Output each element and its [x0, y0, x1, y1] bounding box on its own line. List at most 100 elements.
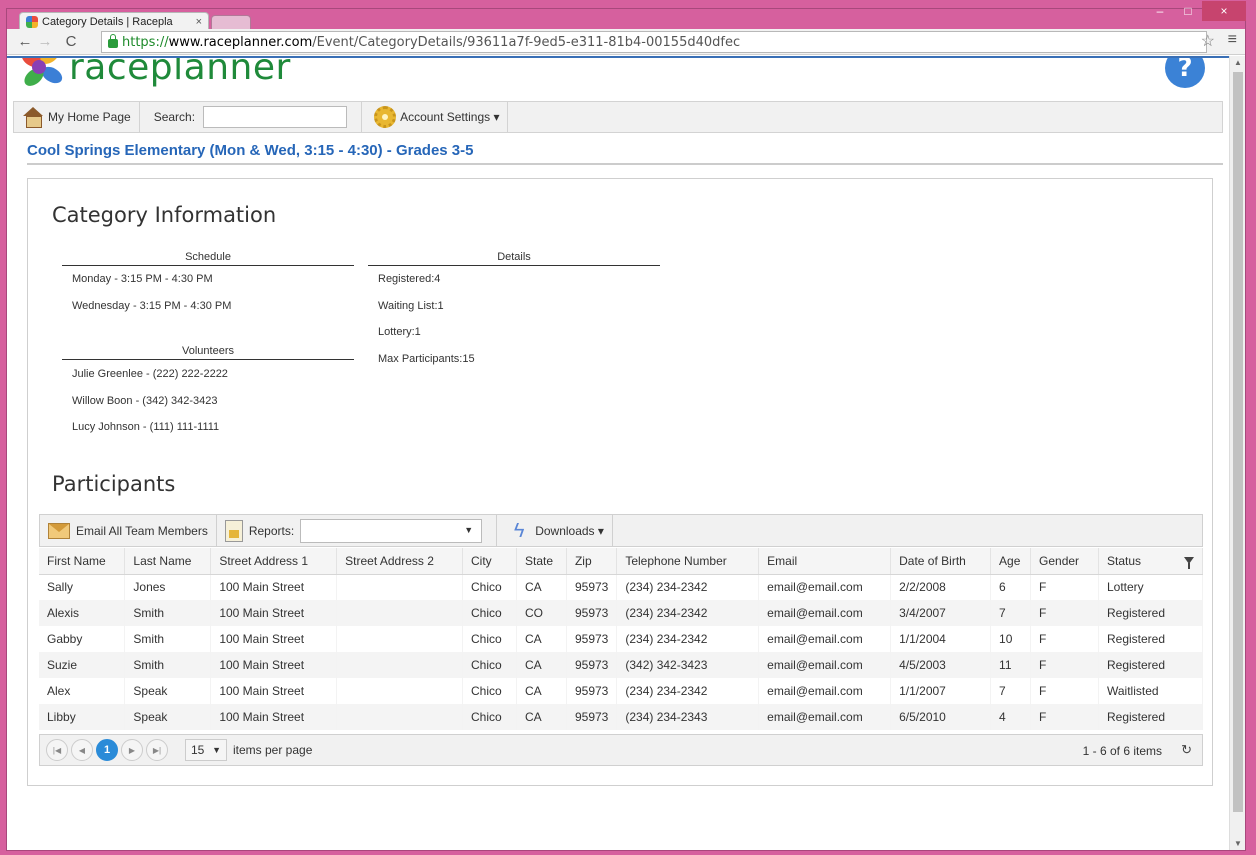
filter-icon[interactable]: [1184, 556, 1194, 569]
table-cell: 1/1/2004: [890, 626, 992, 652]
table-cell: 95973: [566, 678, 618, 704]
items-per-page-label: items per page: [233, 743, 313, 757]
table-row[interactable]: Gabby Smith 100 Main Street Chico CA 95973 (23…: [39, 626, 1204, 652]
home-page-button[interactable]: My Home Page: [14, 102, 140, 132]
table-cell: F: [1030, 626, 1099, 652]
table-cell: email@email.com: [758, 574, 892, 600]
account-settings-label: Account Settings ▾: [400, 110, 500, 124]
column-header-label: Street Address 1: [219, 553, 309, 568]
table-cell: Chico: [462, 574, 517, 600]
table-cell: 95973: [566, 704, 618, 730]
browser-window: Category Details | Racepla × – □ × ← → C…: [6, 1, 1246, 851]
refresh-icon[interactable]: ↻: [1181, 742, 1192, 758]
tab-strip: Category Details | Racepla × – □ ×: [7, 1, 1246, 30]
column-header[interactable]: Street Address 2: [336, 548, 463, 575]
table-row[interactable]: Alexis Smith 100 Main Street Chico CO 95973 (2…: [39, 600, 1204, 626]
table-cell: F: [1030, 574, 1099, 600]
table-cell: 4: [990, 704, 1032, 730]
table-cell: [336, 652, 463, 678]
column-header[interactable]: Telephone Number: [616, 548, 760, 575]
table-cell: 10: [990, 626, 1032, 652]
column-header[interactable]: Last Name: [124, 548, 212, 575]
scroll-up-icon[interactable]: ▲: [1234, 58, 1242, 67]
column-header[interactable]: State: [516, 548, 567, 575]
chevron-down-icon: ▼: [212, 745, 221, 755]
column-header[interactable]: Zip: [566, 548, 618, 575]
prev-page-icon[interactable]: ◀: [71, 739, 93, 761]
tab-close-icon[interactable]: ×: [196, 16, 202, 28]
column-header-label: Status: [1106, 553, 1142, 568]
address-bar[interactable]: https://www.raceplanner.com/Event/Catego…: [101, 31, 1207, 53]
details-item: Lottery:1: [378, 326, 421, 338]
table-cell: email@email.com: [758, 704, 892, 730]
table-cell: [336, 600, 463, 626]
table-cell: Sally: [39, 574, 126, 600]
participants-heading: Participants: [52, 472, 176, 496]
participants-toolbar: Email All Team Members Reports: ϟ Downlo…: [39, 514, 1203, 547]
table-cell: 7: [990, 678, 1032, 704]
category-panel: Category Information Schedule Monday - 3…: [27, 178, 1213, 786]
page-number-button[interactable]: 1: [96, 739, 118, 761]
table-cell: (234) 234-2342: [616, 678, 760, 704]
reports-select[interactable]: [300, 518, 483, 543]
email-all-label: Email All Team Members: [76, 523, 208, 538]
first-page-icon[interactable]: |◀: [46, 739, 68, 761]
column-header-label: Last Name: [133, 553, 192, 568]
email-all-button[interactable]: Email All Team Members: [40, 515, 217, 546]
table-cell: Chico: [462, 652, 517, 678]
column-header[interactable]: Status: [1098, 548, 1204, 575]
volunteer-item: Willow Boon - (342) 342-3423: [72, 395, 218, 407]
window-controls: – □ ×: [1146, 1, 1246, 21]
back-icon[interactable]: ←: [15, 33, 35, 50]
page-scrollbar[interactable]: ▲ ▼: [1229, 56, 1245, 850]
table-cell: Chico: [462, 626, 517, 652]
browser-menu-icon[interactable]: ≡: [1228, 31, 1237, 49]
envelope-icon: [48, 522, 70, 539]
table-cell: Smith: [124, 652, 212, 678]
table-row[interactable]: Sally Jones 100 Main Street Chico CA 95973 (23…: [39, 574, 1204, 600]
column-header[interactable]: City: [462, 548, 517, 575]
table-cell: 4/5/2003: [890, 652, 992, 678]
search-input[interactable]: [203, 106, 348, 128]
maximize-button[interactable]: □: [1174, 1, 1202, 21]
table-row[interactable]: Suzie Smith 100 Main Street Chico CA 95973 (34…: [39, 652, 1204, 678]
column-header[interactable]: Date of Birth: [890, 548, 992, 575]
table-cell: Speak: [124, 704, 212, 730]
column-header[interactable]: Age: [990, 548, 1032, 575]
close-window-button[interactable]: ×: [1202, 1, 1246, 21]
new-tab-button[interactable]: [211, 15, 251, 30]
scroll-down-icon[interactable]: ▼: [1234, 839, 1242, 848]
last-page-icon[interactable]: ▶|: [146, 739, 168, 761]
volunteers-heading: Volunteers: [62, 345, 354, 360]
reload-icon[interactable]: C: [61, 33, 81, 50]
scroll-thumb[interactable]: [1233, 72, 1243, 812]
logo[interactable]: raceplanner: [18, 56, 291, 90]
column-header[interactable]: First Name: [39, 548, 126, 575]
lock-icon: [108, 34, 118, 48]
category-info-heading: Category Information: [52, 203, 277, 227]
table-cell: 6: [990, 574, 1032, 600]
table-row[interactable]: Alex Speak 100 Main Street Chico CA 95973 (234…: [39, 678, 1204, 704]
table-row[interactable]: Libby Speak 100 Main Street Chico CA 95973 (23…: [39, 704, 1204, 730]
column-header[interactable]: Street Address 1: [210, 548, 338, 575]
downloads-button[interactable]: ϟ Downloads ▾: [497, 515, 613, 546]
column-header[interactable]: Gender: [1030, 548, 1099, 575]
browser-tab[interactable]: Category Details | Racepla ×: [19, 12, 209, 30]
table-cell: email@email.com: [758, 626, 892, 652]
help-icon[interactable]: ?: [1165, 58, 1205, 88]
forward-icon[interactable]: →: [35, 33, 55, 50]
brand-name: raceplanner: [69, 56, 291, 88]
table-cell: F: [1030, 652, 1099, 678]
search-area: Search:: [140, 102, 363, 132]
column-header[interactable]: Email: [758, 548, 892, 575]
search-label: Search:: [153, 110, 196, 124]
next-page-icon[interactable]: ▶: [121, 739, 143, 761]
account-settings-button[interactable]: Account Settings ▾: [362, 102, 509, 132]
table-cell: Suzie: [39, 652, 126, 678]
bookmark-star-icon[interactable]: ☆: [1201, 31, 1215, 51]
details-item: Waiting List:1: [378, 300, 444, 312]
minimize-button[interactable]: –: [1146, 1, 1174, 21]
table-cell: CA: [516, 704, 567, 730]
table-cell: Lottery: [1098, 574, 1204, 600]
page-size-select[interactable]: 15 ▼: [185, 739, 227, 761]
